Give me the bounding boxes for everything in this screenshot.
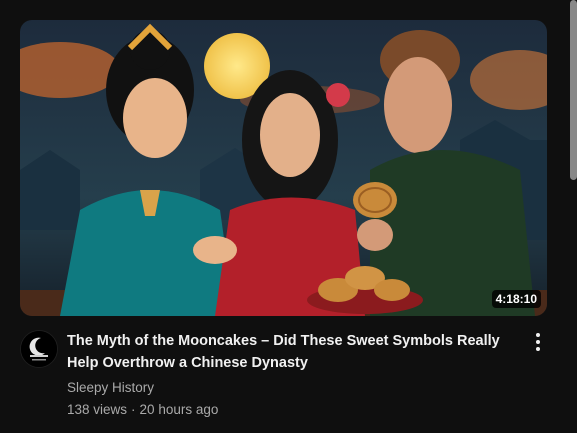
video-card: 4:18:10 The Myth of the Mooncakes – Did … [0, 0, 577, 433]
thumbnail-illustration [20, 20, 547, 316]
duration-badge: 4:18:10 [491, 290, 541, 308]
channel-avatar-icon [21, 331, 57, 367]
upload-age: 20 hours ago [139, 402, 219, 417]
meta-separator: · [131, 402, 136, 417]
view-count: 138 views [67, 402, 128, 417]
video-details: The Myth of the Mooncakes – Did These Sw… [20, 330, 560, 430]
more-vert-icon[interactable] [528, 330, 548, 354]
menu-dot [536, 347, 540, 351]
video-thumbnail[interactable]: 4:18:10 [20, 20, 547, 316]
menu-dot [536, 340, 540, 344]
channel-avatar[interactable] [20, 330, 58, 368]
video-meta: The Myth of the Mooncakes – Did These Sw… [67, 330, 527, 420]
menu-dot [536, 333, 540, 337]
video-stats: 138 views · 20 hours ago [67, 400, 527, 420]
video-title[interactable]: The Myth of the Mooncakes – Did These Sw… [67, 330, 527, 374]
scrollbar-thumb[interactable] [570, 0, 577, 180]
channel-name[interactable]: Sleepy History [67, 378, 154, 398]
